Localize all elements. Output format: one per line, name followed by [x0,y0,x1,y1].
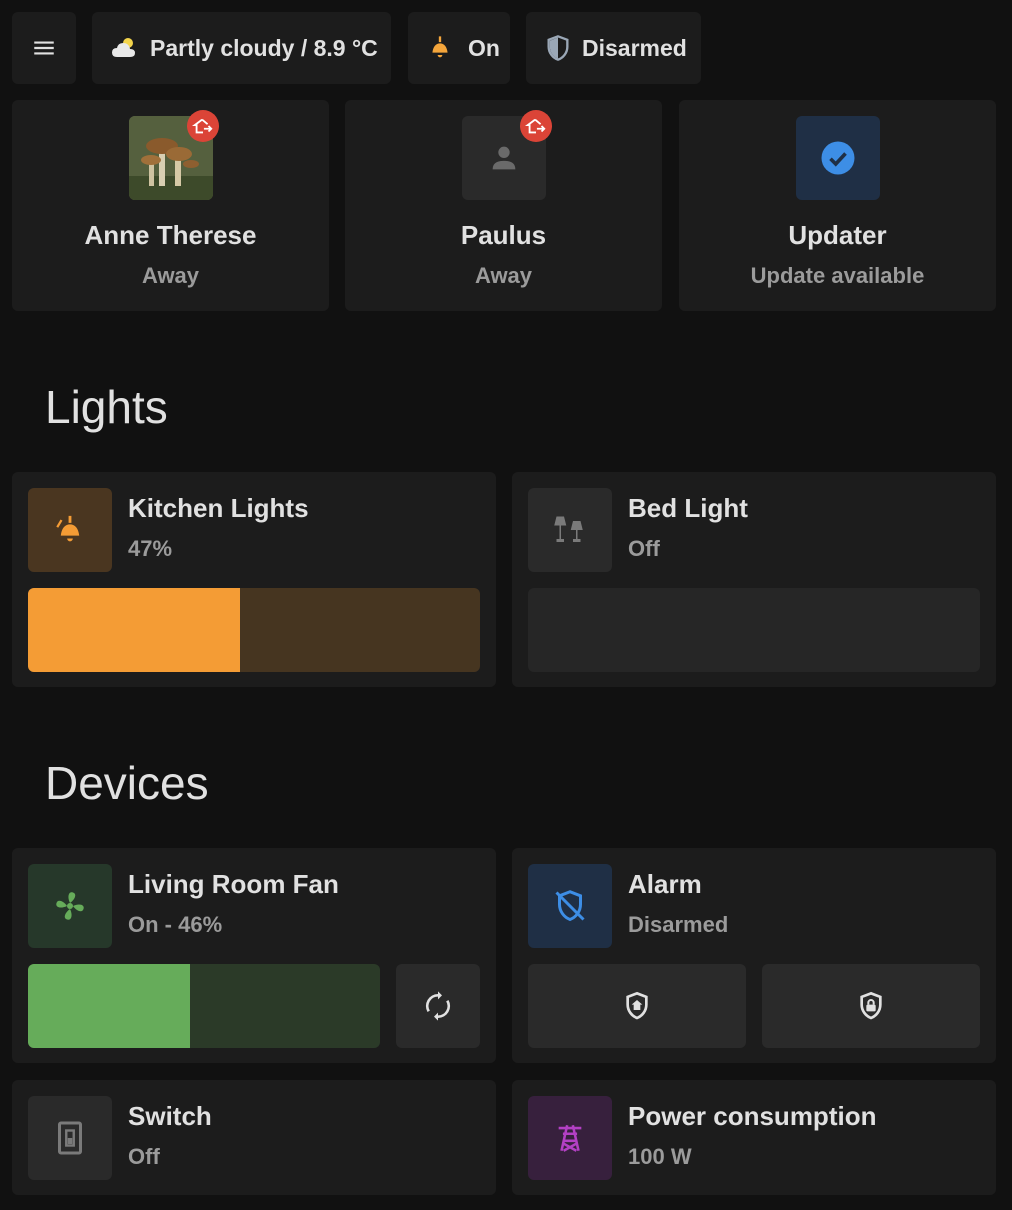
person-name: Paulus [460,220,547,250]
fan-name: Living Room Fan [128,869,339,899]
light-state: Off [628,536,660,561]
home-export-icon [192,118,213,134]
ceiling-light-icon [432,36,448,58]
light-icon-box[interactable] [528,488,612,572]
ceiling-light-icon [56,515,80,542]
switch-icon-box[interactable] [28,1096,112,1180]
power-icon-box[interactable] [528,1096,612,1180]
switch-card[interactable]: Switch Off [12,1080,496,1195]
weather-badge[interactable]: Partly cloudy / 8.9 °C [92,12,391,84]
person-card-paulus[interactable]: Paulus Away [345,100,662,311]
power-card[interactable]: Power consumption 100 W [512,1080,996,1195]
brightness-slider-fill [28,588,241,672]
home-export-icon [525,118,546,134]
person-name: Anne Therese [84,220,257,250]
oscillate-button[interactable] [396,964,480,1048]
fan-icon-box[interactable] [28,864,112,948]
menu-icon [34,41,54,55]
alarm-state: Disarmed [628,912,729,937]
light-switch-icon [58,1121,82,1155]
person-card-anne-therese[interactable]: Anne Therese Away [12,100,329,311]
updater-card[interactable]: Updater Update available [679,100,996,311]
brightness-slider[interactable] [528,588,980,672]
shield-lock-icon [860,991,882,1020]
updater-icon-box [796,116,880,200]
weather-label: Partly cloudy / 8.9 °C [150,34,378,61]
away-badge [520,110,552,142]
fan-state: On - 46% [128,912,223,937]
fan-card[interactable]: Living Room Fan On - 46% [12,848,496,1063]
light-status-badge[interactable]: On [408,12,510,84]
light-name: Bed Light [628,493,748,523]
shield-off-icon [555,890,585,922]
check-circle-icon [821,141,855,175]
light-name: Kitchen Lights [128,493,309,523]
fan-speed-slider[interactable] [28,964,380,1048]
transmission-tower-icon [558,1124,582,1152]
switch-state: Off [128,1144,160,1169]
light-state: 47% [128,536,173,561]
brightness-slider[interactable] [28,588,480,672]
alarm-card[interactable]: Alarm Disarmed [512,848,996,1063]
light-icon-box[interactable] [28,488,112,572]
shield-icon [547,35,569,61]
arm-home-button[interactable] [528,964,746,1048]
shield-home-icon [626,991,648,1020]
switch-name: Switch [128,1101,212,1131]
person-state: Away [141,263,200,288]
fan-speed-slider-fill [28,964,190,1048]
alarm-status-label: Disarmed [582,34,687,61]
section-title-devices: Devices [45,757,209,809]
lamps-icon [554,516,583,542]
light-status-label: On [468,34,500,61]
partly-cloudy-icon [112,38,135,57]
power-state: 100 W [628,1144,692,1169]
section-title-lights: Lights [45,381,168,433]
updater-name: Updater [788,220,887,250]
light-card-bed[interactable]: Bed Light Off [512,472,996,687]
alarm-name: Alarm [628,869,702,899]
updater-state: Update available [750,263,925,288]
alarm-icon-box[interactable] [528,864,612,948]
arm-away-button[interactable] [762,964,980,1048]
menu-button[interactable] [12,12,76,84]
alarm-status-badge[interactable]: Disarmed [526,12,701,84]
account-icon [492,146,516,170]
person-state: Away [474,263,533,288]
away-badge [187,110,219,142]
sync-icon [425,991,451,1021]
power-name: Power consumption [628,1101,877,1131]
light-card-kitchen[interactable]: Kitchen Lights 47% [12,472,496,687]
fan-icon [56,892,84,920]
